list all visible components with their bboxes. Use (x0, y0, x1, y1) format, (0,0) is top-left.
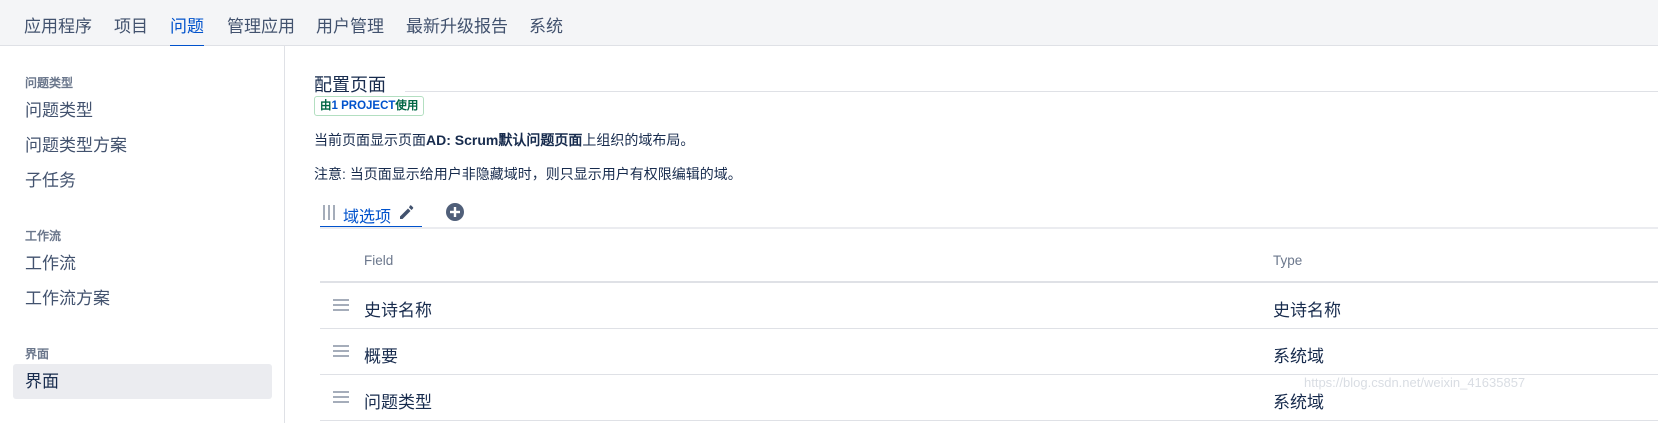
title-divider (405, 91, 1658, 92)
screen-name-link[interactable]: AD: Scrum默认问题页面 (426, 132, 582, 148)
permission-note: 注意: 当页面显示给用户非隐藏域时，则只显示用户有权限编辑的域。 (314, 166, 742, 182)
sidebar-heading-screens: 界面 (25, 347, 50, 361)
field-name: 史诗名称 (364, 301, 432, 320)
page-title: 配置页面 (314, 75, 386, 95)
nav-item-system[interactable]: 系统 (529, 12, 563, 46)
table-row[interactable]: 概要 系统域 (320, 329, 1658, 375)
top-navigation: 应用程序 项目 问题 管理应用 用户管理 最新升级报告 系统 (0, 0, 1658, 47)
pencil-icon[interactable] (397, 203, 415, 221)
main-content: 配置页面 由1 PROJECT使用 当前页面显示页面AD: Scrum默认问题页… (285, 46, 1658, 423)
nav-item-manage-apps[interactable]: 管理应用 (227, 12, 295, 46)
lozenge-prefix: 由 (320, 100, 332, 112)
column-header-type: Type (1273, 253, 1303, 268)
drag-handle-icon[interactable] (323, 205, 335, 220)
project-usage-lozenge[interactable]: 由1 PROJECT使用 (314, 96, 425, 116)
tab-field-options[interactable]: 域选项 (320, 199, 422, 229)
row-drag-handle-icon[interactable] (333, 345, 349, 357)
nav-item-issues[interactable]: 问题 (170, 12, 204, 47)
field-name: 概要 (364, 347, 398, 366)
admin-sidebar: 问题类型 问题类型 问题类型方案 子任务 工作流 工作流 工作流方案 界面 界面 (0, 46, 285, 423)
table-row[interactable]: 史诗名称 史诗名称 (320, 283, 1658, 329)
sidebar-item-issue-types[interactable]: 问题类型 (13, 93, 272, 128)
field-type: 系统域 (1273, 347, 1324, 366)
nav-item-projects[interactable]: 项目 (114, 12, 148, 46)
lozenge-project-count: 1 PROJECT (331, 100, 396, 112)
sidebar-item-issue-type-schemes[interactable]: 问题类型方案 (13, 128, 272, 163)
description-text-start: 当前页面显示页面 (314, 132, 426, 148)
watermark: https://blog.csdn.net/weixin_41635857 (1304, 375, 1526, 390)
sidebar-item-subtasks[interactable]: 子任务 (13, 163, 272, 198)
field-type: 系统域 (1273, 393, 1324, 412)
tab-divider (320, 227, 1658, 229)
field-name: 问题类型 (364, 393, 432, 412)
sidebar-heading-workflows: 工作流 (25, 229, 62, 243)
nav-item-user-management[interactable]: 用户管理 (316, 12, 384, 46)
screen-description: 当前页面显示页面AD: Scrum默认问题页面上组织的域布局。 (314, 130, 694, 150)
nav-item-applications[interactable]: 应用程序 (24, 12, 92, 46)
add-tab-icon[interactable] (445, 202, 465, 222)
column-header-field: Field (364, 253, 394, 268)
row-drag-handle-icon[interactable] (333, 391, 349, 403)
tab-label: 域选项 (343, 209, 392, 226)
field-type: 史诗名称 (1273, 301, 1341, 320)
row-drag-handle-icon[interactable] (333, 299, 349, 311)
sidebar-item-workflows[interactable]: 工作流 (13, 246, 272, 281)
description-text-end: 上组织的域布局。 (582, 132, 695, 148)
nav-item-upgrade-report[interactable]: 最新升级报告 (406, 12, 508, 46)
lozenge-suffix: 使用 (395, 100, 419, 112)
sidebar-item-screens[interactable]: 界面 (13, 364, 272, 399)
sidebar-item-workflow-schemes[interactable]: 工作流方案 (13, 281, 272, 316)
sidebar-heading-issue-types: 问题类型 (25, 76, 74, 90)
